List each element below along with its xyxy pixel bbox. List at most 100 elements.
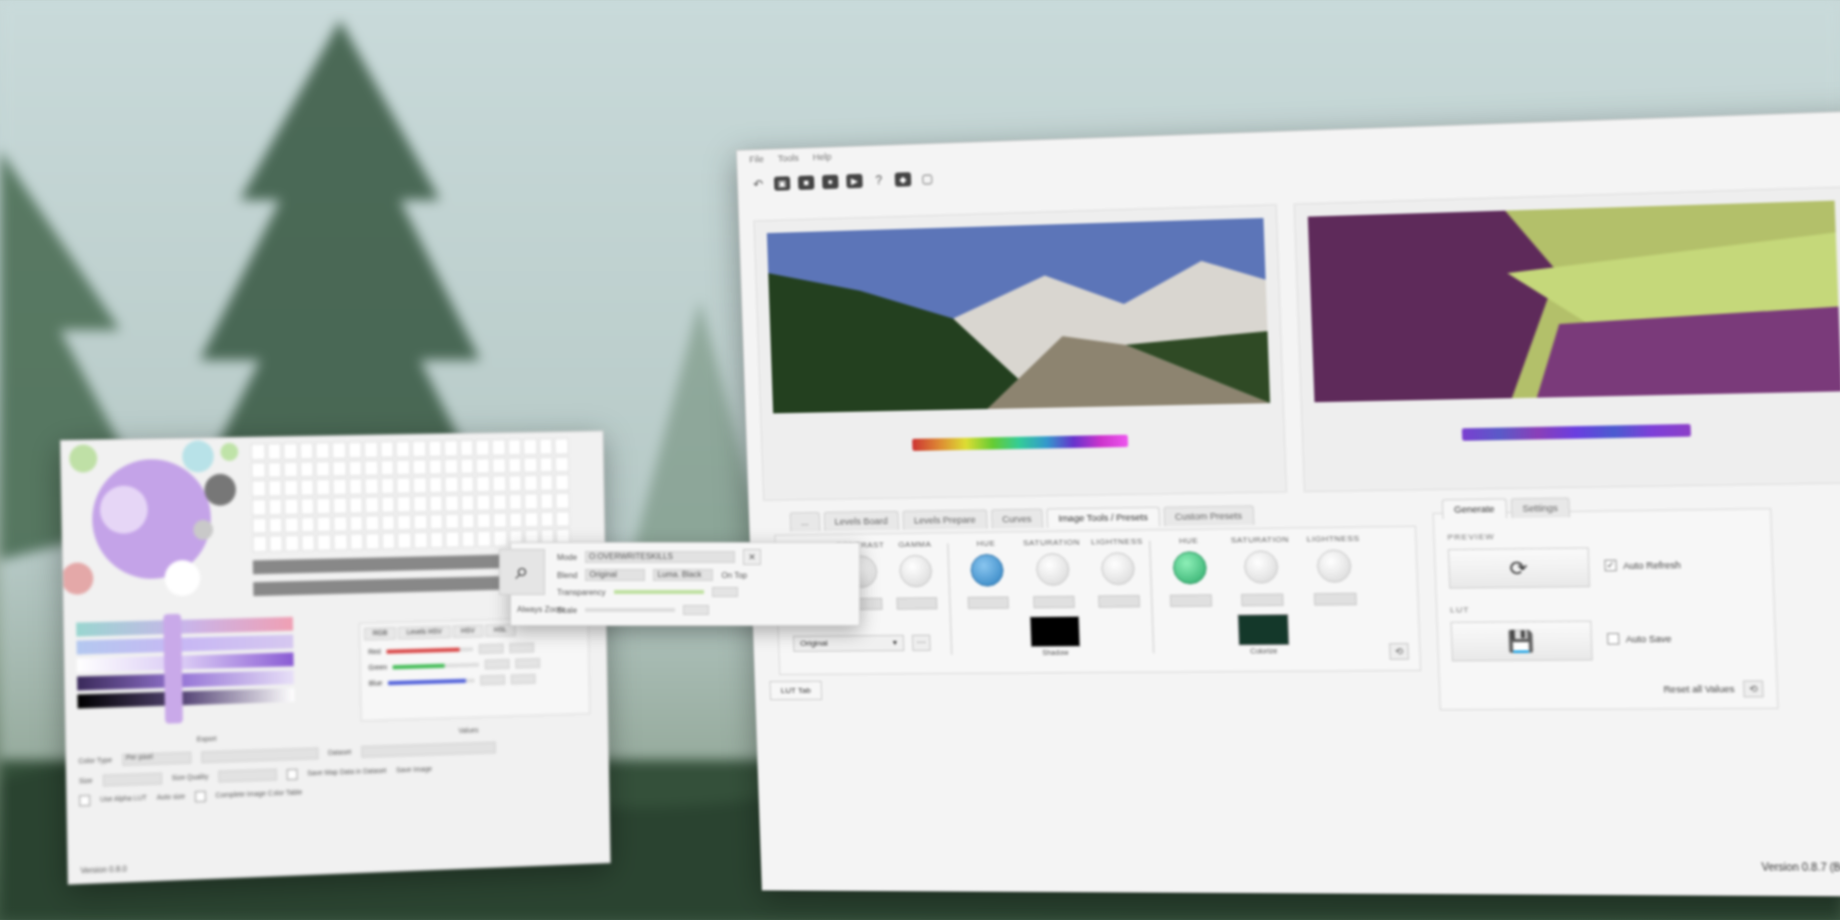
swatch-cell[interactable] bbox=[349, 533, 364, 551]
reset-all-button[interactable]: ⟲ bbox=[1743, 680, 1764, 698]
help-icon[interactable]: ? bbox=[870, 173, 887, 188]
auto-refresh-option[interactable]: ✓ Auto Refresh bbox=[1604, 559, 1681, 572]
swatch-cell[interactable] bbox=[283, 479, 299, 497]
swatch-cell[interactable] bbox=[317, 534, 332, 552]
size-quality-field[interactable] bbox=[218, 768, 278, 783]
lightness-spinbox-2[interactable] bbox=[1313, 592, 1357, 606]
swatch-cell[interactable] bbox=[395, 440, 411, 458]
blend-options-button[interactable]: ⋯ bbox=[911, 634, 931, 651]
red-spinbox-2[interactable] bbox=[509, 642, 535, 654]
swatch-cell[interactable] bbox=[250, 443, 266, 461]
save-icon[interactable]: ■ bbox=[797, 175, 815, 190]
swatch-cell[interactable] bbox=[363, 441, 379, 458]
lut-tab[interactable]: LUT Tab bbox=[769, 680, 823, 701]
swatch-cell[interactable] bbox=[283, 442, 298, 460]
swatch-cell[interactable] bbox=[539, 456, 554, 473]
swatch-cell[interactable] bbox=[396, 495, 412, 513]
swatch-cell[interactable] bbox=[268, 535, 284, 553]
swatch-cell[interactable] bbox=[413, 513, 428, 531]
swatch-cell[interactable] bbox=[300, 479, 315, 497]
swatch-cell[interactable] bbox=[396, 459, 411, 476]
swatch-cell[interactable] bbox=[331, 460, 347, 477]
swatch-cell[interactable] bbox=[508, 493, 523, 511]
saturation-spinbox-2[interactable] bbox=[1240, 593, 1284, 607]
tab-generate[interactable]: Generate bbox=[1441, 498, 1507, 520]
gradient-strip[interactable] bbox=[77, 670, 294, 691]
swatch-cell[interactable] bbox=[267, 479, 283, 497]
gradient-strip[interactable] bbox=[76, 652, 294, 673]
swatch-cell[interactable] bbox=[460, 494, 475, 512]
size-field[interactable] bbox=[102, 772, 162, 787]
swatch-cell[interactable] bbox=[348, 459, 363, 477]
swatch-cell[interactable] bbox=[349, 515, 364, 532]
red-spinbox[interactable] bbox=[478, 643, 504, 654]
scale-slider[interactable] bbox=[585, 608, 676, 612]
swatch-cell[interactable] bbox=[251, 461, 266, 479]
swatch-cell[interactable] bbox=[492, 475, 507, 493]
blend-select-2[interactable]: Luma. Black bbox=[653, 569, 714, 581]
swatch-cell[interactable] bbox=[412, 477, 427, 494]
mode-select[interactable]: O:OVERWRITESKILLS bbox=[585, 551, 736, 563]
swatch-cell[interactable] bbox=[315, 442, 331, 459]
lightness-knob-2[interactable] bbox=[1316, 549, 1352, 583]
swatch-cell[interactable] bbox=[284, 516, 299, 534]
color-type-select[interactable]: Per pixel bbox=[121, 751, 192, 766]
swatch-cell[interactable] bbox=[508, 511, 523, 529]
transparency-spinbox[interactable] bbox=[711, 587, 738, 597]
menu-help[interactable]: Help bbox=[813, 152, 832, 167]
blend-select[interactable]: Original bbox=[585, 569, 646, 581]
gradient-slider-thumb[interactable] bbox=[163, 613, 183, 724]
swatch-cell[interactable] bbox=[252, 517, 267, 535]
camera-icon[interactable]: ● bbox=[822, 174, 839, 190]
swatch-cell[interactable] bbox=[396, 477, 411, 495]
swatch-cell[interactable] bbox=[364, 478, 379, 495]
swatch-cell[interactable] bbox=[443, 439, 459, 457]
green-spinbox-2[interactable] bbox=[515, 658, 541, 669]
swatch-cell[interactable] bbox=[428, 495, 444, 512]
swatch-cell[interactable] bbox=[475, 439, 490, 456]
alpha-lut-checkbox[interactable] bbox=[79, 794, 91, 807]
swatch-cell[interactable] bbox=[492, 493, 507, 511]
swatch-cell[interactable] bbox=[492, 512, 507, 529]
swatch-cell[interactable] bbox=[461, 530, 476, 548]
swatch-cell[interactable] bbox=[332, 515, 348, 533]
tab-rgb[interactable]: RGB bbox=[363, 626, 397, 641]
swatch-cell[interactable] bbox=[331, 441, 347, 459]
swatch-cell[interactable] bbox=[284, 534, 300, 552]
swatch-cell[interactable] bbox=[429, 531, 444, 549]
swatch-cell[interactable] bbox=[445, 531, 460, 549]
swatch-cell[interactable] bbox=[555, 492, 570, 510]
video-icon[interactable]: ▶ bbox=[846, 173, 863, 189]
magnifier-icon[interactable]: ⌕ bbox=[499, 549, 545, 595]
save-lut-button[interactable]: 💾 bbox=[1450, 620, 1593, 662]
swatch-cell[interactable] bbox=[300, 534, 316, 552]
swatch-cell[interactable] bbox=[252, 535, 267, 553]
swatch-cell[interactable] bbox=[251, 480, 266, 498]
export-options-field[interactable] bbox=[200, 747, 319, 764]
swatch-cell[interactable] bbox=[284, 498, 299, 515]
transparency-slider[interactable] bbox=[613, 590, 704, 594]
gradient-strip[interactable] bbox=[77, 687, 295, 709]
swatch-cell[interactable] bbox=[364, 496, 380, 514]
hue-spinbox-2[interactable] bbox=[1169, 594, 1213, 608]
swatch-cell[interactable] bbox=[555, 474, 570, 491]
swatch-cell[interactable] bbox=[491, 439, 506, 456]
swatch-cell[interactable] bbox=[477, 530, 492, 548]
swatch-cell[interactable] bbox=[283, 461, 299, 478]
swatch-cell[interactable] bbox=[397, 514, 412, 531]
swatch-cell[interactable] bbox=[267, 498, 283, 516]
close-icon[interactable]: ✕ bbox=[743, 549, 762, 565]
swatch-cell[interactable] bbox=[299, 460, 315, 478]
swatch-cell[interactable] bbox=[524, 493, 539, 510]
swatch-cell[interactable] bbox=[380, 496, 396, 513]
swatch-cell[interactable] bbox=[380, 477, 395, 495]
tab-hsv[interactable]: HSV bbox=[452, 624, 484, 639]
lightness-spinbox[interactable] bbox=[1098, 595, 1141, 608]
swatch-cell[interactable] bbox=[476, 494, 491, 511]
lightness-knob[interactable] bbox=[1100, 552, 1136, 586]
gamma-knob[interactable] bbox=[898, 554, 933, 588]
gradient-strip[interactable] bbox=[76, 634, 294, 655]
tab-curves[interactable]: Curves bbox=[990, 508, 1044, 529]
gamma-spinbox[interactable] bbox=[896, 597, 938, 610]
swatch-cell[interactable] bbox=[538, 438, 554, 455]
